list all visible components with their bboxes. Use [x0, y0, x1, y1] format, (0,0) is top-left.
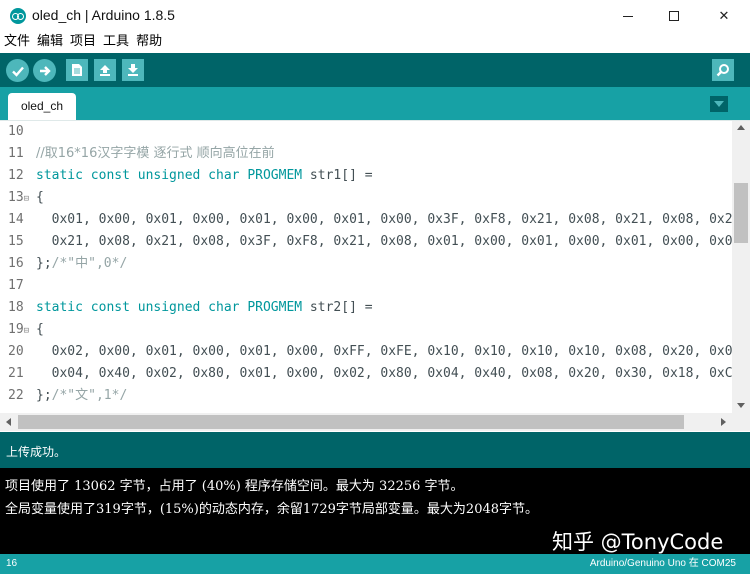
line-number-gutter: 10 11 12 13⊟ 14 15 16 17 18 19⊟ 20 21 22 — [0, 121, 33, 413]
line-number: 13⊟ — [8, 190, 30, 205]
menu-file[interactable]: 文件 — [4, 32, 30, 52]
fold-toggle-icon: ⊟ — [23, 194, 30, 204]
code-line: static const unsigned char PROGMEM str1[… — [36, 168, 373, 183]
watermark: 知乎 @TonyCode — [552, 530, 724, 554]
line-number: 14 — [8, 212, 24, 227]
scroll-right-arrow-icon[interactable] — [721, 418, 726, 426]
serial-monitor-button[interactable] — [712, 59, 734, 81]
code-area[interactable]: //取16*16汉字字模 逐行式 顺向高位在前 static const uns… — [36, 121, 732, 413]
horizontal-scroll-thumb[interactable] — [18, 415, 684, 429]
maximize-icon — [669, 11, 679, 21]
code-line: };/*"中",0*/ — [36, 256, 128, 271]
menu-edit[interactable]: 编辑 — [37, 32, 63, 52]
scroll-corner — [732, 413, 750, 431]
check-icon — [11, 66, 24, 77]
board-port-label: Arduino/Genuino Uno 在 COM25 — [589, 558, 736, 569]
menu-bar: 文件 编辑 项目 工具 帮助 — [0, 32, 750, 52]
code-line: 0x02, 0x00, 0x01, 0x00, 0x01, 0x00, 0xFF… — [36, 344, 732, 359]
line-number: 19⊟ — [8, 322, 30, 337]
minimize-icon — [623, 15, 633, 17]
console-line: 全局变量使用了319字节，(15%)的动态内存，余留1729字节局部变量。最大为… — [5, 502, 539, 517]
line-number-indicator: 16 — [6, 558, 18, 569]
vertical-scrollbar[interactable] — [732, 121, 750, 413]
triangle-down-icon — [714, 101, 724, 107]
arduino-logo-icon — [10, 8, 26, 24]
bottom-status-bar: 16 Arduino/Genuino Uno 在 COM25 — [0, 554, 750, 574]
toolbar — [0, 53, 750, 87]
minimize-button[interactable] — [605, 0, 651, 32]
close-icon: ✕ — [718, 8, 730, 24]
line-number: 15 — [8, 234, 24, 249]
open-arrow-up-icon — [100, 65, 110, 76]
menu-sketch[interactable]: 项目 — [70, 32, 96, 52]
verify-button[interactable] — [6, 59, 29, 82]
save-arrow-down-icon — [128, 64, 138, 76]
maximize-button[interactable] — [651, 0, 697, 32]
line-number: 12 — [8, 168, 24, 183]
open-button[interactable] — [94, 59, 116, 81]
new-file-icon — [72, 64, 82, 76]
menu-help[interactable]: 帮助 — [136, 32, 162, 52]
scroll-left-arrow-icon[interactable] — [6, 418, 11, 426]
close-button[interactable]: ✕ — [701, 0, 747, 32]
vertical-scroll-thumb[interactable] — [734, 183, 748, 243]
code-line: static const unsigned char PROGMEM str2[… — [36, 300, 373, 315]
code-line: { — [36, 322, 44, 337]
horizontal-scrollbar[interactable] — [0, 413, 732, 431]
menu-tools[interactable]: 工具 — [103, 32, 129, 52]
line-number: 16 — [8, 256, 24, 271]
code-line: 0x04, 0x40, 0x02, 0x80, 0x01, 0x00, 0x02… — [36, 366, 732, 381]
line-number: 21 — [8, 366, 24, 381]
console-line: 项目使用了 13062 字节，占用了 (40%) 程序存储空间。最大为 3225… — [5, 479, 464, 494]
tab-strip: oled_ch — [0, 87, 750, 120]
line-number: 22 — [8, 388, 24, 403]
console-output: 项目使用了 13062 字节，占用了 (40%) 程序存储空间。最大为 3225… — [0, 468, 750, 554]
tab-menu-button[interactable] — [710, 96, 728, 112]
code-line: //取16*16汉字字模 逐行式 顺向高位在前 — [36, 146, 275, 161]
tab-oled-ch[interactable]: oled_ch — [8, 93, 76, 120]
code-line: };/*"文",1*/ — [36, 388, 128, 403]
line-number: 20 — [8, 344, 24, 359]
code-editor[interactable]: 10 11 12 13⊟ 14 15 16 17 18 19⊟ 20 21 22… — [0, 120, 750, 432]
line-number: 11 — [8, 146, 24, 161]
title-bar: oled_ch | Arduino 1.8.5 ✕ — [0, 0, 750, 32]
line-number: 10 — [8, 124, 24, 139]
arrow-right-icon — [39, 65, 51, 76]
magnifier-icon — [716, 64, 729, 77]
status-message: 上传成功。 — [6, 445, 67, 459]
status-bar: 上传成功。 — [0, 432, 750, 468]
code-line: { — [36, 190, 44, 205]
new-button[interactable] — [66, 59, 88, 81]
code-line: 0x21, 0x08, 0x21, 0x08, 0x3F, 0xF8, 0x21… — [36, 234, 732, 249]
scroll-down-arrow-icon[interactable] — [737, 403, 745, 408]
window-title: oled_ch | Arduino 1.8.5 — [32, 7, 175, 23]
scroll-up-arrow-icon[interactable] — [737, 125, 745, 130]
line-number: 17 — [8, 278, 24, 293]
upload-button[interactable] — [33, 59, 56, 82]
line-number: 18 — [8, 300, 24, 315]
save-button[interactable] — [122, 59, 144, 81]
fold-toggle-icon: ⊟ — [23, 326, 30, 336]
code-line: 0x01, 0x00, 0x01, 0x00, 0x01, 0x00, 0x01… — [36, 212, 732, 227]
